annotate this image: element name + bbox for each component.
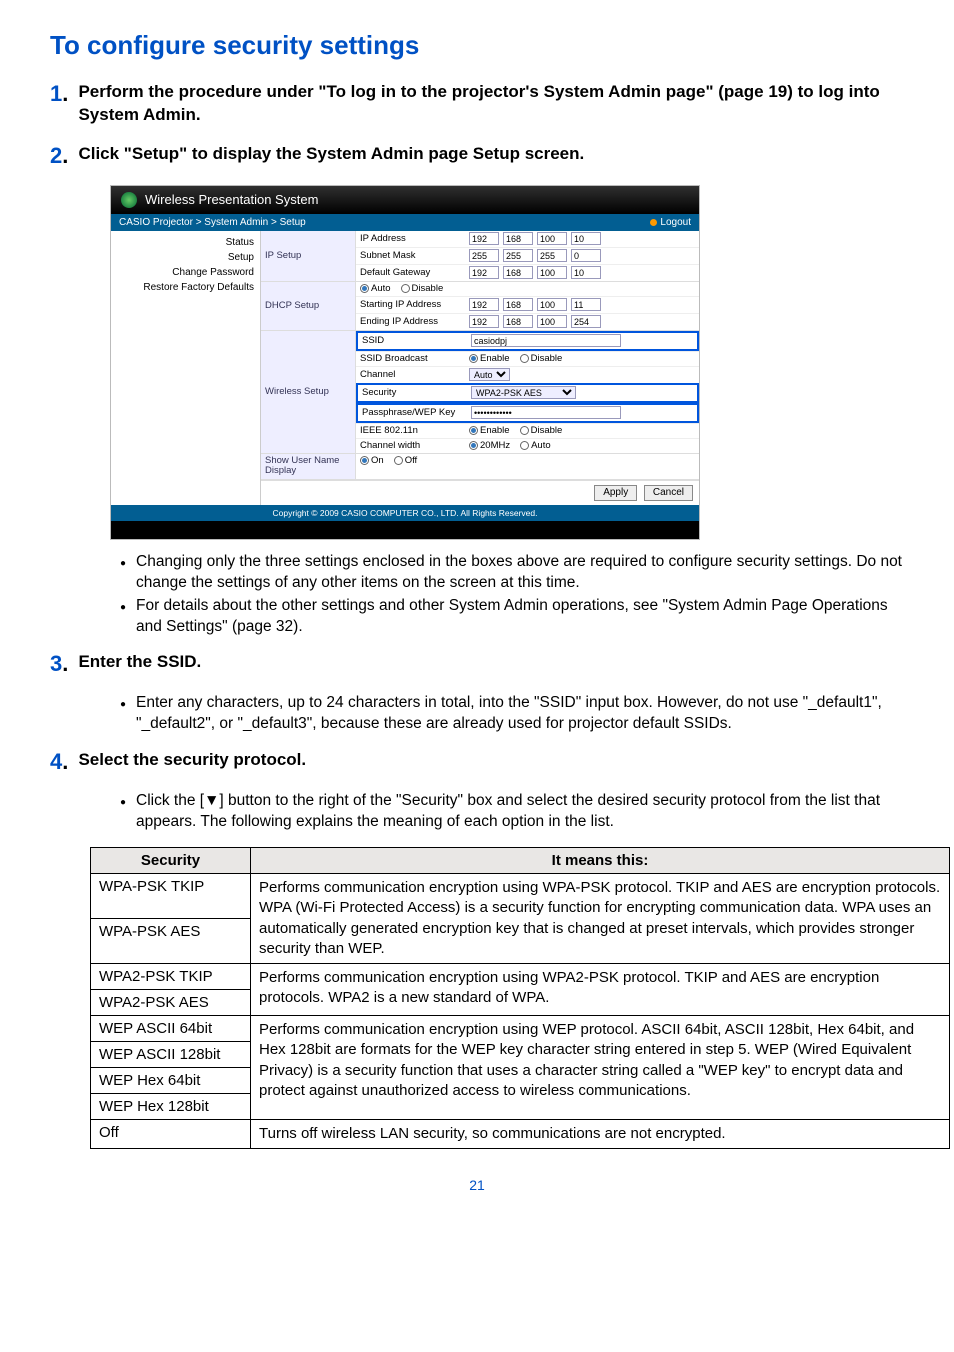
- panel-copyright: Copyright © 2009 CASIO COMPUTER CO., LTD…: [111, 505, 699, 521]
- sip-0[interactable]: [469, 298, 499, 311]
- apply-button[interactable]: Apply: [594, 485, 637, 501]
- security-select[interactable]: WPA2-PSK AES: [471, 386, 576, 399]
- note-ssid-chars: Enter any characters, up to 24 character…: [120, 693, 904, 735]
- step-number-2: 2.: [50, 143, 74, 169]
- cell-wep-hex-64: WEP Hex 64bit: [91, 1068, 251, 1094]
- label-gateway: Default Gateway: [360, 267, 465, 278]
- cell-wep-ascii-128: WEP ASCII 128bit: [91, 1042, 251, 1068]
- sm-0[interactable]: [469, 249, 499, 262]
- ip-2[interactable]: [537, 232, 567, 245]
- sm-2[interactable]: [537, 249, 567, 262]
- radio-ieee-disable[interactable]: Disable: [520, 425, 563, 436]
- cancel-button[interactable]: Cancel: [644, 485, 693, 501]
- passphrase-input[interactable]: [471, 406, 621, 419]
- th-meaning: It means this:: [251, 848, 950, 874]
- label-start-ip: Starting IP Address: [360, 299, 465, 310]
- desc-wpa: Performs communication encryption using …: [251, 874, 950, 964]
- eip-1[interactable]: [503, 315, 533, 328]
- label-ssid: SSID: [362, 335, 467, 346]
- label-security: Security: [362, 387, 467, 398]
- eip-3[interactable]: [571, 315, 601, 328]
- note-three-settings: Changing only the three settings enclose…: [120, 552, 904, 594]
- casio-logo-icon: [121, 192, 137, 208]
- radio-dhcp-auto[interactable]: Auto: [360, 283, 391, 294]
- step-number-1: 1.: [50, 81, 74, 107]
- nav-setup[interactable]: Setup: [115, 250, 254, 265]
- gw-3[interactable]: [571, 266, 601, 279]
- label-channel: Channel: [360, 369, 465, 380]
- step-number-3: 3.: [50, 651, 74, 677]
- note-security-dropdown: Click the [▼] button to the right of the…: [120, 791, 904, 833]
- section-ip-setup: IP Setup: [261, 231, 356, 281]
- cell-wpa2-psk-aes: WPA2-PSK AES: [91, 990, 251, 1016]
- cell-off: Off: [91, 1120, 251, 1149]
- gw-2[interactable]: [537, 266, 567, 279]
- side-nav: Status Setup Change Password Restore Fac…: [111, 231, 261, 505]
- radio-cw-20[interactable]: 20MHz: [469, 440, 510, 451]
- eip-0[interactable]: [469, 315, 499, 328]
- label-ieee: IEEE 802.11n: [360, 425, 465, 436]
- gw-0[interactable]: [469, 266, 499, 279]
- sip-3[interactable]: [571, 298, 601, 311]
- ip-1[interactable]: [503, 232, 533, 245]
- step4-text: Select the security protocol.: [78, 749, 888, 772]
- breadcrumb: CASIO Projector > System Admin > Setup: [119, 217, 306, 228]
- label-ssid-broadcast: SSID Broadcast: [360, 353, 465, 364]
- desc-wep: Performs communication encryption using …: [251, 1016, 950, 1120]
- radio-show-on[interactable]: On: [360, 455, 384, 466]
- section-show-user: Show User Name Display: [261, 454, 356, 479]
- channel-select[interactable]: Auto: [469, 368, 510, 381]
- radio-bcast-enable[interactable]: Enable: [469, 353, 510, 364]
- cell-wpa-psk-aes: WPA-PSK AES: [91, 919, 251, 964]
- sip-2[interactable]: [537, 298, 567, 311]
- cell-wep-hex-128: WEP Hex 128bit: [91, 1094, 251, 1120]
- nav-restore-defaults[interactable]: Restore Factory Defaults: [115, 280, 254, 295]
- section-wireless-setup: Wireless Setup: [261, 331, 356, 453]
- radio-cw-auto[interactable]: Auto: [520, 440, 551, 451]
- desc-off: Turns off wireless LAN security, so comm…: [251, 1120, 950, 1149]
- page-title: To configure security settings: [50, 30, 904, 61]
- gw-1[interactable]: [503, 266, 533, 279]
- section-dhcp-setup: DHCP Setup: [261, 282, 356, 330]
- logout-link[interactable]: Logout: [650, 217, 691, 228]
- radio-bcast-disable[interactable]: Disable: [520, 353, 563, 364]
- cell-wep-ascii-64: WEP ASCII 64bit: [91, 1016, 251, 1042]
- sm-1[interactable]: [503, 249, 533, 262]
- th-security: Security: [91, 848, 251, 874]
- desc-wpa2: Performs communication encryption using …: [251, 964, 950, 1016]
- radio-dhcp-disable[interactable]: Disable: [401, 283, 444, 294]
- cell-wpa2-psk-tkip: WPA2-PSK TKIP: [91, 964, 251, 990]
- sm-3[interactable]: [571, 249, 601, 262]
- step-number-4: 4.: [50, 749, 74, 775]
- ssid-input[interactable]: [471, 334, 621, 347]
- eip-2[interactable]: [537, 315, 567, 328]
- radio-ieee-enable[interactable]: Enable: [469, 425, 510, 436]
- nav-change-password[interactable]: Change Password: [115, 265, 254, 280]
- label-ip-address: IP Address: [360, 233, 465, 244]
- note-see-system-admin: For details about the other settings and…: [120, 596, 904, 638]
- radio-show-off[interactable]: Off: [394, 455, 418, 466]
- ip-3[interactable]: [571, 232, 601, 245]
- cell-wpa-psk-tkip: WPA-PSK TKIP: [91, 874, 251, 919]
- step2-text: Click "Setup" to display the System Admi…: [78, 143, 888, 166]
- step3-text: Enter the SSID.: [78, 651, 888, 674]
- panel-title: Wireless Presentation System: [145, 192, 318, 207]
- step1-text: Perform the procedure under "To log in t…: [78, 81, 888, 127]
- page-number: 21: [50, 1177, 904, 1193]
- nav-status[interactable]: Status: [115, 235, 254, 250]
- label-channel-width: Channel width: [360, 440, 465, 451]
- security-table: Security It means this: WPA-PSK TKIP Per…: [90, 847, 950, 1149]
- sip-1[interactable]: [503, 298, 533, 311]
- admin-panel-screenshot: Wireless Presentation System CASIO Proje…: [110, 185, 700, 540]
- label-passphrase: Passphrase/WEP Key: [362, 407, 467, 418]
- label-subnet: Subnet Mask: [360, 250, 465, 261]
- ip-0[interactable]: [469, 232, 499, 245]
- label-end-ip: Ending IP Address: [360, 316, 465, 327]
